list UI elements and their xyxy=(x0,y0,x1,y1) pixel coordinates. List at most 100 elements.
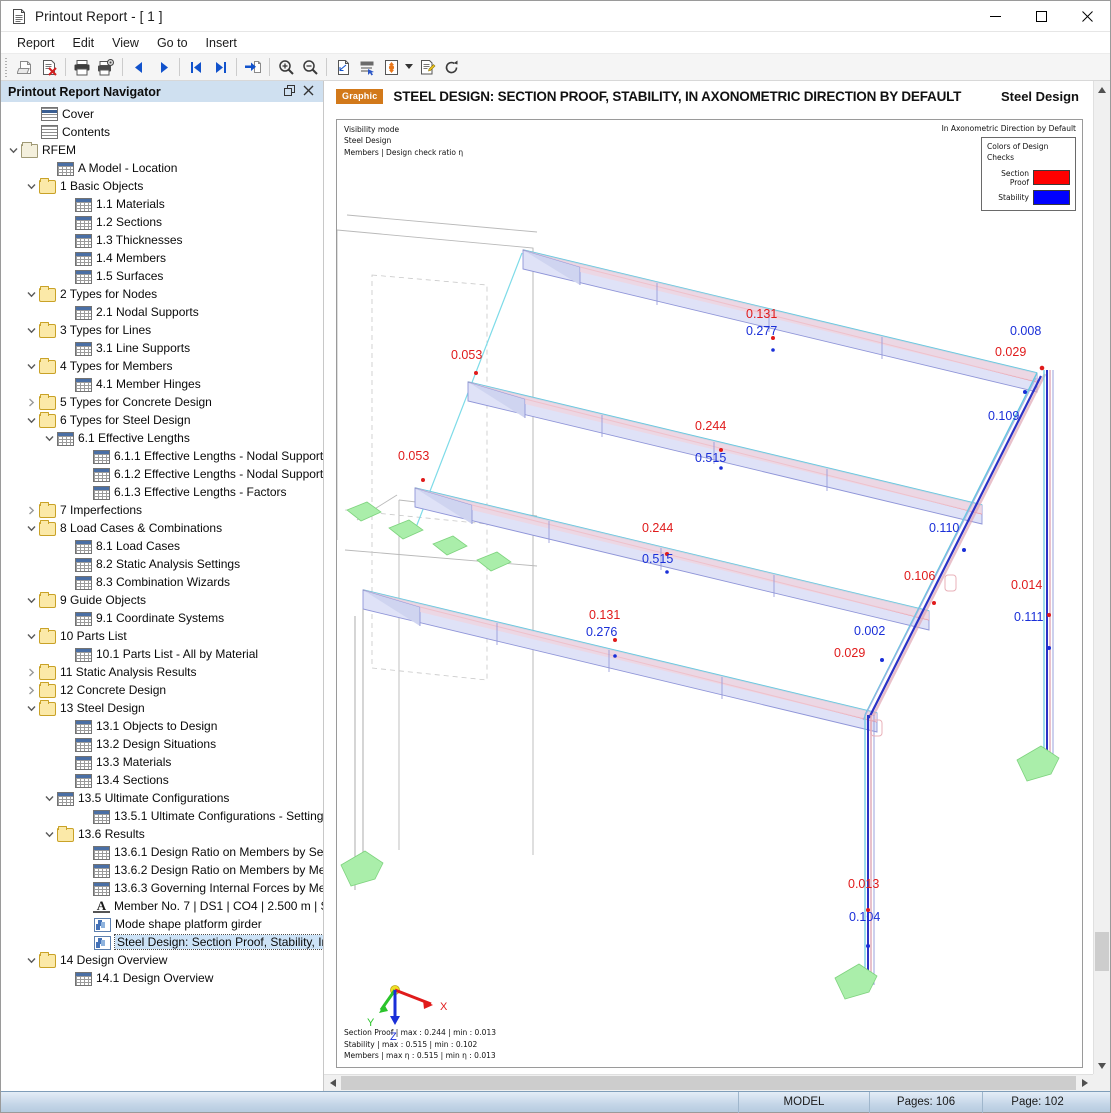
selection-icon[interactable] xyxy=(355,56,379,79)
vertical-scroll-track[interactable] xyxy=(1094,98,1110,1057)
print-settings-icon[interactable] xyxy=(94,56,118,79)
tree-item[interactable]: 13.6.3 Governing Internal Forces by Memb… xyxy=(1,879,323,897)
chevron-down-icon[interactable] xyxy=(23,357,39,375)
menu-insert[interactable]: Insert xyxy=(198,34,245,52)
chevron-down-icon[interactable] xyxy=(41,825,57,843)
menu-goto[interactable]: Go to xyxy=(149,34,196,52)
tree-item[interactable]: A Member No. 7 | DS1 | CO4 | 2.500 m | ST… xyxy=(1,897,323,915)
tree-item[interactable]: 7 Imperfections xyxy=(1,501,323,519)
tree-item[interactable]: 2.1 Nodal Supports xyxy=(1,303,323,321)
tree-item[interactable]: 1 Basic Objects xyxy=(1,177,323,195)
tree-item[interactable]: 13.6.2 Design Ratio on Members by Member xyxy=(1,861,323,879)
tree-item[interactable]: 13.5 Ultimate Configurations xyxy=(1,789,323,807)
chevron-down-icon[interactable] xyxy=(41,429,57,447)
page-setup-icon[interactable] xyxy=(331,56,355,79)
print-icon[interactable] xyxy=(70,56,94,79)
tree-item[interactable]: 10.1 Parts List - All by Material xyxy=(1,645,323,663)
vertical-scrollbar[interactable] xyxy=(1093,81,1110,1074)
chevron-down-icon[interactable] xyxy=(23,519,39,537)
tree-item[interactable]: Mode shape platform girder xyxy=(1,915,323,933)
tree-item[interactable]: A Model - Location xyxy=(1,159,323,177)
tree-item[interactable]: 8.3 Combination Wizards xyxy=(1,573,323,591)
menu-view[interactable]: View xyxy=(104,34,147,52)
scroll-up-button[interactable] xyxy=(1094,81,1110,98)
horizontal-scroll-thumb[interactable] xyxy=(341,1076,1076,1090)
tree-item[interactable]: 3.1 Line Supports xyxy=(1,339,323,357)
chevron-down-icon[interactable] xyxy=(23,177,39,195)
tree-item[interactable]: 6.1.3 Effective Lengths - Factors xyxy=(1,483,323,501)
scroll-right-button[interactable] xyxy=(1076,1075,1093,1091)
chevron-right-icon[interactable] xyxy=(23,393,39,411)
tree-item[interactable]: 13.1 Objects to Design xyxy=(1,717,323,735)
menu-report[interactable]: Report xyxy=(9,34,63,52)
tree-item[interactable]: 1.3 Thicknesses xyxy=(1,231,323,249)
tree-item[interactable]: 1.4 Members xyxy=(1,249,323,267)
minimize-button[interactable] xyxy=(972,1,1018,32)
tree-item[interactable]: 11 Static Analysis Results xyxy=(1,663,323,681)
first-page-icon[interactable] xyxy=(184,56,208,79)
tree-item[interactable]: 1.5 Surfaces xyxy=(1,267,323,285)
horizontal-scroll-track[interactable] xyxy=(341,1075,1076,1091)
tree-item[interactable]: 4 Types for Members xyxy=(1,357,323,375)
delete-report-icon[interactable] xyxy=(37,56,61,79)
maximize-button[interactable] xyxy=(1018,1,1064,32)
chevron-right-icon[interactable] xyxy=(23,681,39,699)
chevron-down-icon[interactable] xyxy=(41,789,57,807)
chevron-down-icon[interactable] xyxy=(23,627,39,645)
tree-item[interactable]: 14 Design Overview xyxy=(1,951,323,969)
tree-item[interactable]: 8.2 Static Analysis Settings xyxy=(1,555,323,573)
undock-icon[interactable] xyxy=(284,84,295,99)
zoom-out-icon[interactable] xyxy=(298,56,322,79)
chevron-down-icon[interactable] xyxy=(5,141,21,159)
chevron-down-icon[interactable] xyxy=(23,591,39,609)
chevron-down-icon[interactable] xyxy=(23,321,39,339)
tree-item[interactable]: 13.2 Design Situations xyxy=(1,735,323,753)
edit-header-icon[interactable] xyxy=(415,56,439,79)
tree-item[interactable]: 8 Load Cases & Combinations xyxy=(1,519,323,537)
chevron-down-icon[interactable] xyxy=(23,699,39,717)
tree-item[interactable]: 2 Types for Nodes xyxy=(1,285,323,303)
tree-item[interactable]: 1.1 Materials xyxy=(1,195,323,213)
tree-item[interactable]: 8.1 Load Cases xyxy=(1,537,323,555)
refresh-icon[interactable] xyxy=(439,56,463,79)
vertical-scroll-thumb[interactable] xyxy=(1095,932,1109,971)
tree-item[interactable]: 6.1.2 Effective Lengths - Nodal Supports… xyxy=(1,465,323,483)
tree-item[interactable]: 13.4 Sections xyxy=(1,771,323,789)
tree-item[interactable]: 4.1 Member Hinges xyxy=(1,375,323,393)
update-graphic-icon[interactable] xyxy=(379,56,403,79)
tree-item[interactable]: Steel Design: Section Proof, Stability, … xyxy=(1,933,323,951)
close-button[interactable] xyxy=(1064,1,1110,32)
tree-item[interactable]: 3 Types for Lines xyxy=(1,321,323,339)
tree-item[interactable]: 13 Steel Design xyxy=(1,699,323,717)
tree-item[interactable]: 1.2 Sections xyxy=(1,213,323,231)
last-page-icon[interactable] xyxy=(208,56,232,79)
tree-item[interactable]: 14.1 Design Overview xyxy=(1,969,323,987)
tree-item[interactable]: Contents xyxy=(1,123,323,141)
chevron-down-icon[interactable] xyxy=(23,411,39,429)
tree-item[interactable]: 9.1 Coordinate Systems xyxy=(1,609,323,627)
tree-item[interactable]: 6.1 Effective Lengths xyxy=(1,429,323,447)
go-to-page-icon[interactable] xyxy=(241,56,265,79)
menu-edit[interactable]: Edit xyxy=(65,34,103,52)
tree-item[interactable]: 13.6 Results xyxy=(1,825,323,843)
horizontal-scrollbar[interactable] xyxy=(324,1074,1093,1091)
tree-item[interactable]: 5 Types for Concrete Design xyxy=(1,393,323,411)
tree-item[interactable]: 10 Parts List xyxy=(1,627,323,645)
next-page-icon[interactable] xyxy=(151,56,175,79)
chevron-right-icon[interactable] xyxy=(23,663,39,681)
chevron-right-icon[interactable] xyxy=(23,501,39,519)
zoom-in-icon[interactable] xyxy=(274,56,298,79)
tree-item[interactable]: 6.1.1 Effective Lengths - Nodal Supports xyxy=(1,447,323,465)
scroll-down-button[interactable] xyxy=(1094,1057,1110,1074)
chevron-down-icon[interactable] xyxy=(23,951,39,969)
tree-item[interactable]: RFEM xyxy=(1,141,323,159)
open-report-icon[interactable] xyxy=(13,56,37,79)
tree-item[interactable]: 13.6.1 Design Ratio on Members by Sectio… xyxy=(1,843,323,861)
tree-item[interactable]: 13.3 Materials xyxy=(1,753,323,771)
chevron-down-icon[interactable] xyxy=(403,56,415,79)
navigator-tree[interactable]: Cover Contents RFEM A Model - Location 1 Bas… xyxy=(1,102,323,1091)
close-icon[interactable] xyxy=(303,85,314,99)
tree-item[interactable]: 12 Concrete Design xyxy=(1,681,323,699)
tree-item[interactable]: Cover xyxy=(1,105,323,123)
tree-item[interactable]: 9 Guide Objects xyxy=(1,591,323,609)
